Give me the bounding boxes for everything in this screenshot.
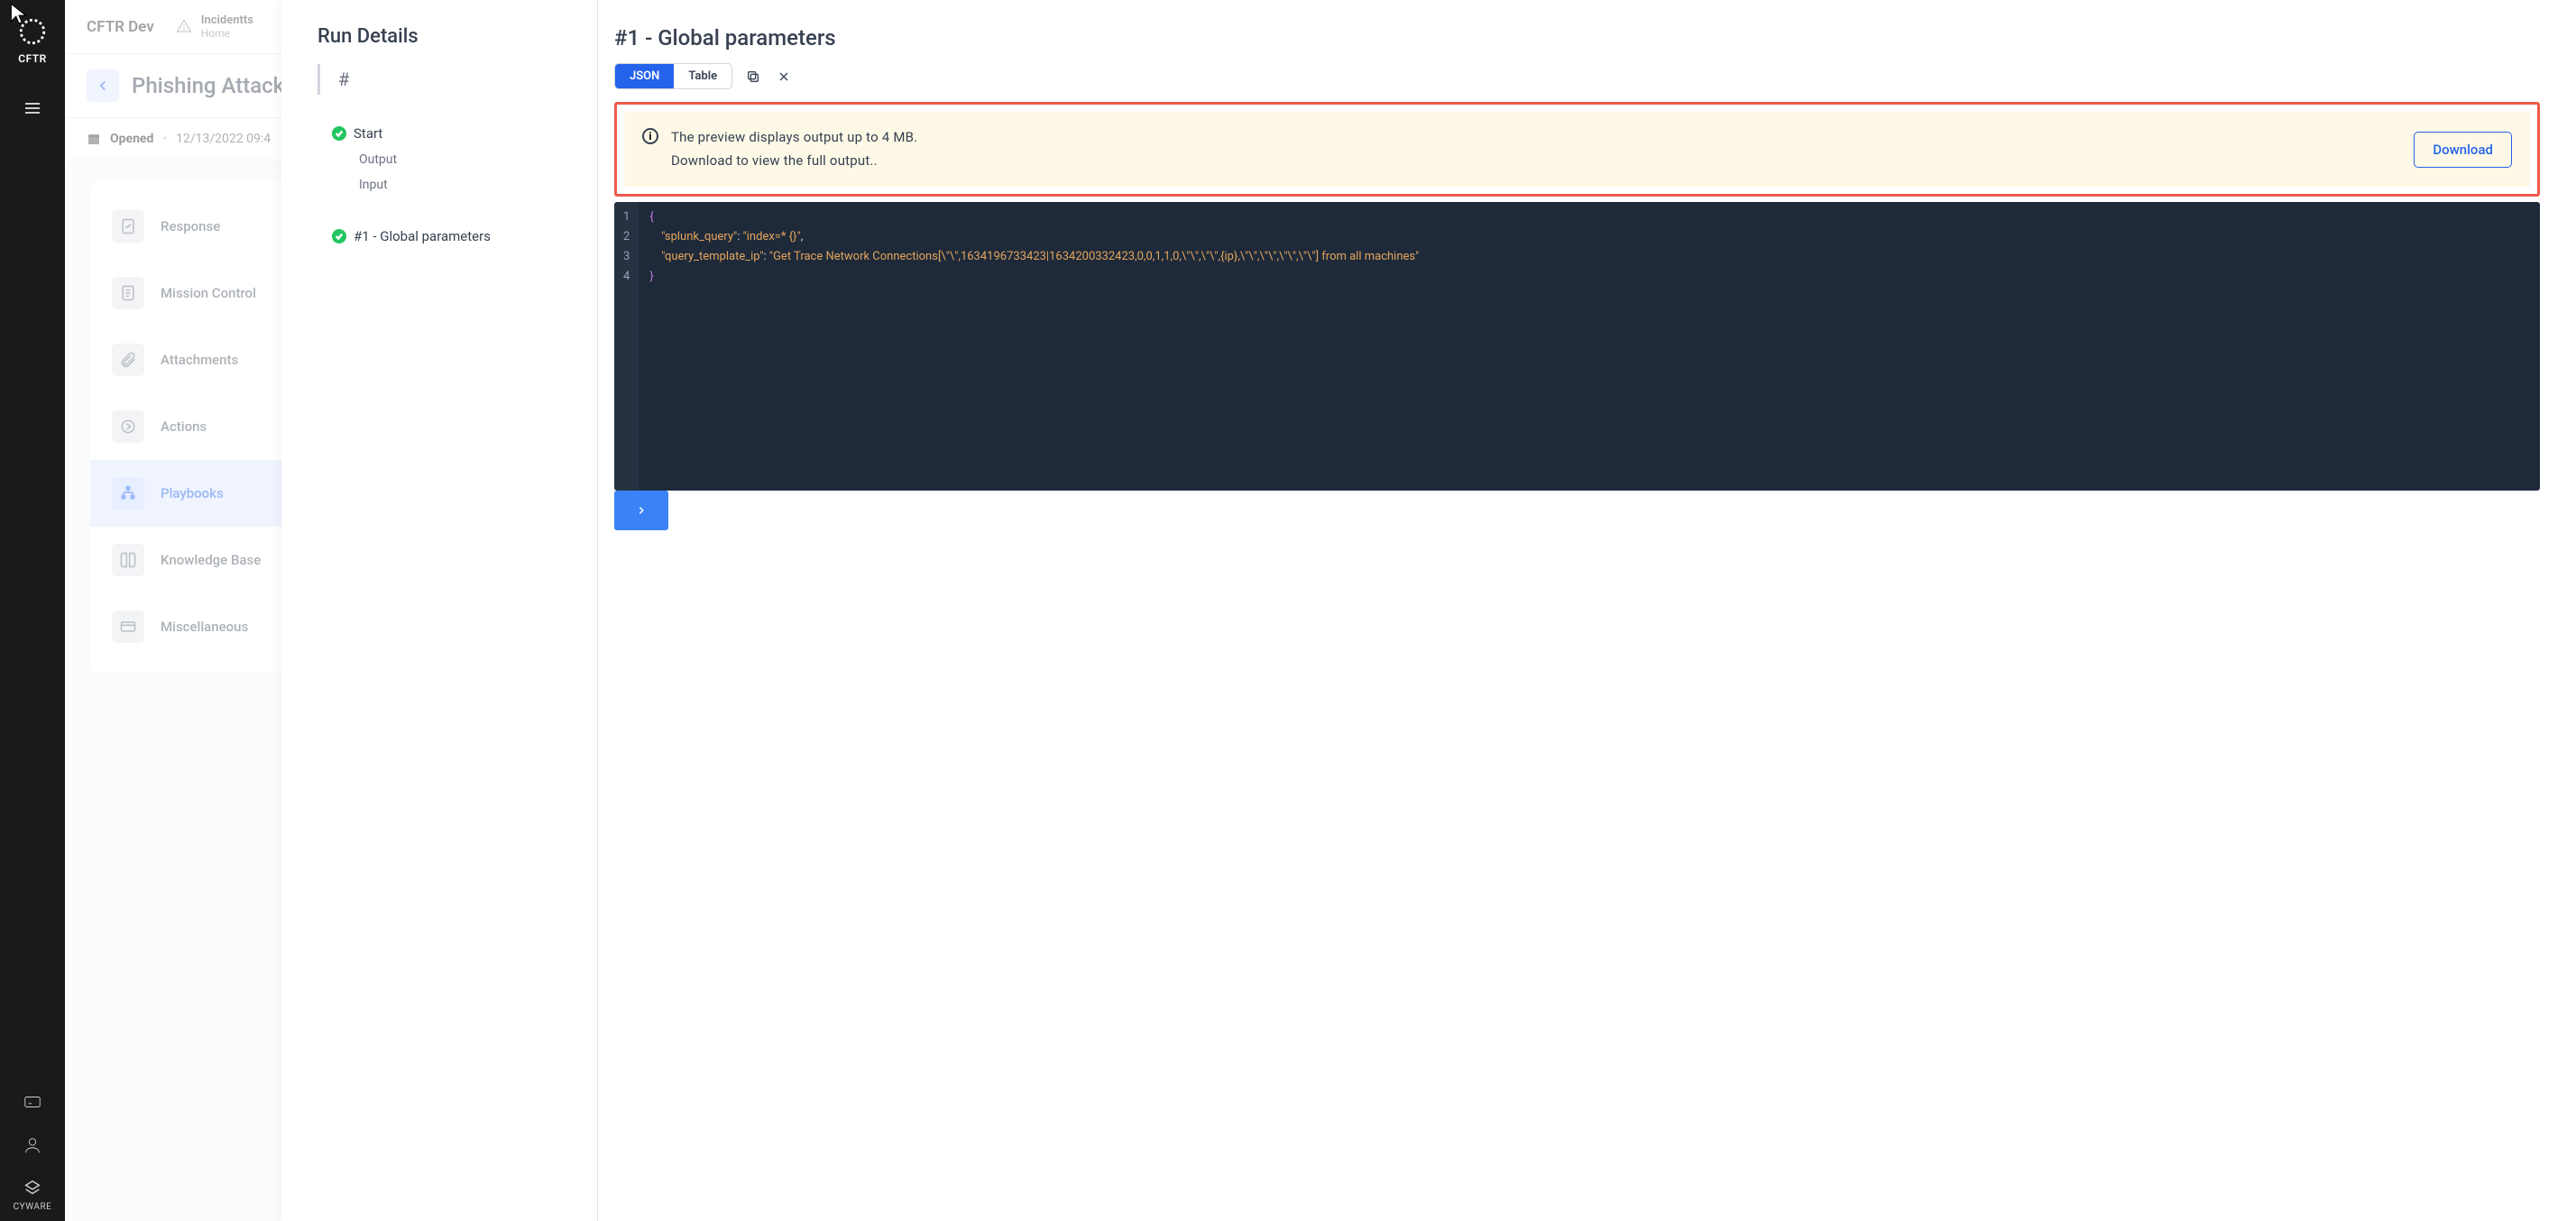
run-node-label: Output (359, 152, 397, 167)
page-title: Phishing Attack (132, 73, 284, 98)
next-button[interactable] (614, 491, 668, 530)
code-body: { "splunk_query": "index=* {}", "query_t… (639, 202, 1430, 491)
misc-icon (112, 610, 144, 643)
user-icon[interactable] (23, 1135, 42, 1159)
output-title: #1 - Global parameters (614, 25, 2540, 50)
table-tab[interactable]: Table (674, 64, 731, 88)
card-icon[interactable] (23, 1092, 42, 1115)
response-icon (112, 210, 144, 243)
alert-text: The preview displays output up to 4 MB. … (671, 126, 2401, 172)
cursor-icon (7, 2, 31, 29)
view-mode-segment: JSON Table (614, 63, 732, 89)
breadcrumb[interactable]: Incidentts Home (176, 14, 253, 41)
attachment-icon (112, 344, 144, 376)
download-button[interactable]: Download (2414, 132, 2512, 168)
preview-limit-alert: i The preview displays output up to 4 MB… (614, 102, 2540, 197)
panel-hash: # (317, 64, 583, 95)
run-node-global-parameters[interactable]: #1 - Global parameters (317, 223, 583, 250)
left-rail: CFTR CYWARE (0, 0, 65, 1221)
sidebar-item-label: Mission Control (161, 285, 256, 301)
app-logo-text: CFTR (18, 52, 47, 65)
sidebar-item-label: Actions (161, 418, 207, 435)
meta-date: 12/13/2022 09:4 (176, 132, 271, 146)
hamburger-icon[interactable] (22, 97, 43, 123)
run-node-label: #1 - Global parameters (354, 228, 491, 244)
run-node-input[interactable]: Input (317, 172, 583, 197)
meta-opened-label: Opened (110, 132, 153, 146)
run-tree-pane: Run Details # Start Output Input #1 - Gl… (281, 0, 597, 1221)
run-details-panel: Run Details # Start Output Input #1 - Gl… (281, 0, 2576, 1221)
sidebar-item-label: Response (161, 218, 220, 234)
copy-icon[interactable] (743, 67, 763, 87)
brand-text: CYWARE (14, 1202, 52, 1212)
check-icon (332, 229, 346, 243)
breadcrumb-section: Incidentts (201, 14, 253, 28)
run-node-start[interactable]: Start (317, 120, 583, 147)
calendar-icon (87, 132, 101, 146)
sidebar-item-label: Attachments (161, 352, 238, 368)
info-icon: i (642, 128, 658, 144)
brand-logo: CYWARE (14, 1179, 52, 1212)
close-icon[interactable] (774, 67, 794, 87)
book-icon (112, 544, 144, 576)
run-node-output[interactable]: Output (317, 147, 583, 172)
run-node-label: Start (354, 125, 382, 142)
env-title: CFTR Dev (87, 18, 154, 36)
back-button[interactable] (87, 69, 119, 102)
mission-icon (112, 277, 144, 309)
actions-icon (112, 410, 144, 443)
panel-title: Run Details (317, 25, 583, 48)
sidebar-item-label: Miscellaneous (161, 619, 248, 635)
run-output-pane: #1 - Global parameters JSON Table i The … (597, 0, 2576, 1221)
sidebar-item-label: Playbooks (161, 485, 224, 501)
code-gutter: 1234 (614, 202, 639, 491)
playbooks-icon (112, 477, 144, 510)
json-code-viewer[interactable]: 1234 { "splunk_query": "index=* {}", "qu… (614, 202, 2540, 491)
breadcrumb-home: Home (201, 27, 253, 40)
run-node-label: Input (359, 178, 388, 192)
sidebar-item-label: Knowledge Base (161, 552, 261, 568)
json-tab[interactable]: JSON (615, 64, 674, 88)
check-icon (332, 126, 346, 141)
